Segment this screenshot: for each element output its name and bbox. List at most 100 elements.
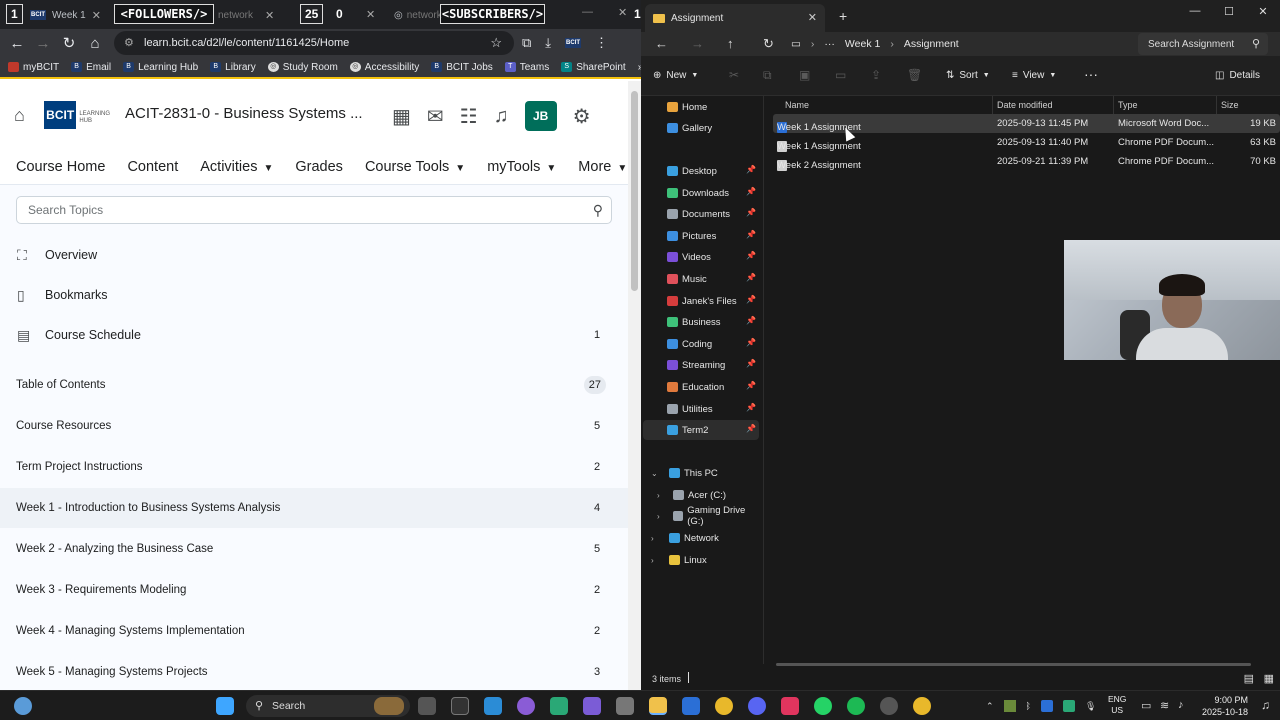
close-tab-icon[interactable]: ✕ [808,11,817,24]
back-arrow-icon[interactable]: ← [655,36,668,51]
nav-content[interactable]: Content [127,159,178,175]
column-header-size[interactable]: Size [1217,96,1280,114]
reload-icon[interactable]: ↻ [56,34,82,52]
nav-downloads[interactable]: Downloads 📌 [643,183,759,203]
chrome-profile-icon[interactable] [913,697,931,715]
discussion-alerts-icon[interactable]: ☷ [460,104,478,129]
chevron-up-icon[interactable]: ⌃ [986,701,994,712]
bookmark-accessibility[interactable]: ◎ Accessibility [349,62,419,73]
nav-janeks-files[interactable]: Janek's Files 📌 [643,291,759,311]
browser-tab-network-2[interactable]: ◎ network [394,4,442,26]
microphone-icon[interactable]: 🎙 [1085,701,1096,712]
toc-item-bookmarks[interactable]: ▯ Bookmarks [0,275,628,315]
nav-documents[interactable]: Documents 📌 [643,204,759,224]
sort-button[interactable]: ⇅ Sort ▼ [946,70,990,81]
more-crumbs-icon[interactable]: ··· [824,38,835,50]
column-header-name[interactable]: Name [773,96,993,114]
nav-mytools[interactable]: myTools ▼ [487,159,556,175]
message-alerts-icon[interactable]: ✉ [427,104,444,129]
back-arrow-icon[interactable]: ← [4,35,30,52]
nav-gallery[interactable]: Gallery [643,118,759,138]
nav-gaming-drive[interactable]: › Gaming Drive (G:) [643,505,759,527]
up-arrow-icon[interactable]: ↑ [727,36,734,51]
terminal-icon[interactable] [451,697,469,715]
column-header-type[interactable]: Type [1114,96,1217,114]
weather-icon[interactable] [14,697,32,715]
course-selector-grid-icon[interactable]: ▦ [392,104,411,129]
nav-linux[interactable]: › Linux [643,550,759,570]
nav-course-home[interactable]: Course Home [16,159,105,175]
vscode-icon[interactable] [484,697,502,715]
download-icon[interactable]: ⤓ [545,35,551,51]
column-header-date[interactable]: Date modified [993,96,1114,114]
share-icon[interactable]: ⇪ [871,68,881,82]
delete-icon[interactable]: 🗑 [907,68,922,82]
nav-business[interactable]: Business 📌 [643,312,759,332]
nav-videos[interactable]: Videos 📌 [643,247,759,267]
crumb-assignment[interactable]: Assignment [904,38,959,50]
horizontal-scrollbar[interactable] [776,663,1251,666]
more-options-icon[interactable]: ··· [1084,66,1098,82]
proton-vpn-icon[interactable] [583,697,601,715]
details-view-icon[interactable]: ▤ [1244,672,1254,685]
spotify-icon[interactable] [847,697,865,715]
chevron-down-icon[interactable]: ⌄ [651,469,658,478]
refresh-icon[interactable]: ↻ [763,36,774,52]
toc-item-week-3[interactable]: Week 3 - Requirements Modeling 2 [0,570,628,610]
close-tab-icon[interactable]: ✕ [366,8,375,21]
crumb-week-1[interactable]: Week 1 [845,38,880,50]
explorer-tab-assignment[interactable]: Assignment ✕ [645,4,825,32]
toc-item-term-project[interactable]: Term Project Instructions 2 [0,447,628,487]
nav-acer-drive[interactable]: › Acer (C:) [643,485,759,505]
forward-arrow-icon[interactable]: → [691,36,704,51]
task-view-icon[interactable] [418,697,436,715]
notification-bell-icon[interactable]: ♫ [494,105,509,128]
course-home-icon[interactable]: ⌂ [14,105,25,126]
nav-music[interactable]: Music 📌 [643,269,759,289]
bookmark-mybcit[interactable]: myBCIT [8,62,59,73]
minimize-icon[interactable]: — [582,6,593,18]
nav-course-tools[interactable]: Course Tools ▼ [365,159,465,175]
settings-gear-icon[interactable]: ⚙ [573,104,591,129]
browser-tab-week1[interactable]: BCIT Week 1 ✕ [30,4,101,26]
nav-activities[interactable]: Activities ▼ [200,159,273,175]
address-bar[interactable]: ⚙ learn.bcit.ca/d2l/le/content/1161425/H… [114,31,514,55]
tray-app-icon[interactable] [1062,700,1075,712]
nav-coding[interactable]: Coding 📌 [643,334,759,354]
file-explorer-icon[interactable] [649,697,667,715]
toc-item-week-5[interactable]: Week 5 - Managing Systems Projects 3 [0,652,628,690]
tiles-view-icon[interactable]: ▦ [1264,672,1274,685]
bookmark-library[interactable]: B Library [210,62,256,73]
course-title[interactable]: ACIT-2831-0 - Business Systems ... [125,105,363,122]
home-icon[interactable]: ⌂ [82,35,108,52]
toc-item-course-resources[interactable]: Course Resources 5 [0,406,628,446]
settings-gear-icon[interactable] [616,697,634,715]
chrome-icon[interactable] [715,697,733,715]
slack-icon[interactable] [781,697,799,715]
explorer-search-input[interactable]: Search Assignment ⚲ [1138,33,1268,55]
clock[interactable]: 9:00 PM 2025-10-18 [1202,694,1248,718]
bookmark-learning-hub[interactable]: B Learning Hub [123,62,198,73]
discord-icon[interactable] [748,697,766,715]
nav-pictures[interactable]: Pictures 📌 [643,226,759,246]
toc-item-week-4[interactable]: Week 4 - Managing Systems Implementation… [0,611,628,651]
maximize-icon[interactable]: ☐ [1212,0,1246,22]
chevron-right-icon[interactable]: › [657,491,660,500]
bcit-extension-icon[interactable]: BCIT [565,38,582,48]
monitor-icon[interactable]: ▭ [791,38,801,50]
toc-item-overview[interactable]: ⛶ Overview [0,235,628,275]
details-button[interactable]: ◫ Details [1215,70,1260,81]
nav-term2[interactable]: Term2 📌 [643,420,759,440]
rename-icon[interactable]: ▭ [835,68,846,82]
toc-item-week-1[interactable]: Week 1 - Introduction to Business System… [0,488,628,528]
nav-home[interactable]: Home [643,97,759,117]
windows-start-icon[interactable] [216,697,234,715]
search-icon[interactable]: ⚲ [593,202,603,219]
nav-utilities[interactable]: Utilities 📌 [643,399,759,419]
language-indicator[interactable]: ENG US [1108,694,1126,716]
bluetooth-icon[interactable]: ᛒ [1026,701,1031,711]
avatar[interactable]: JB [524,101,557,131]
close-tab-icon[interactable]: ✕ [265,9,274,22]
wifi-icon[interactable]: ≋ [1160,699,1169,712]
copy-icon[interactable]: ⧉ [763,68,772,83]
